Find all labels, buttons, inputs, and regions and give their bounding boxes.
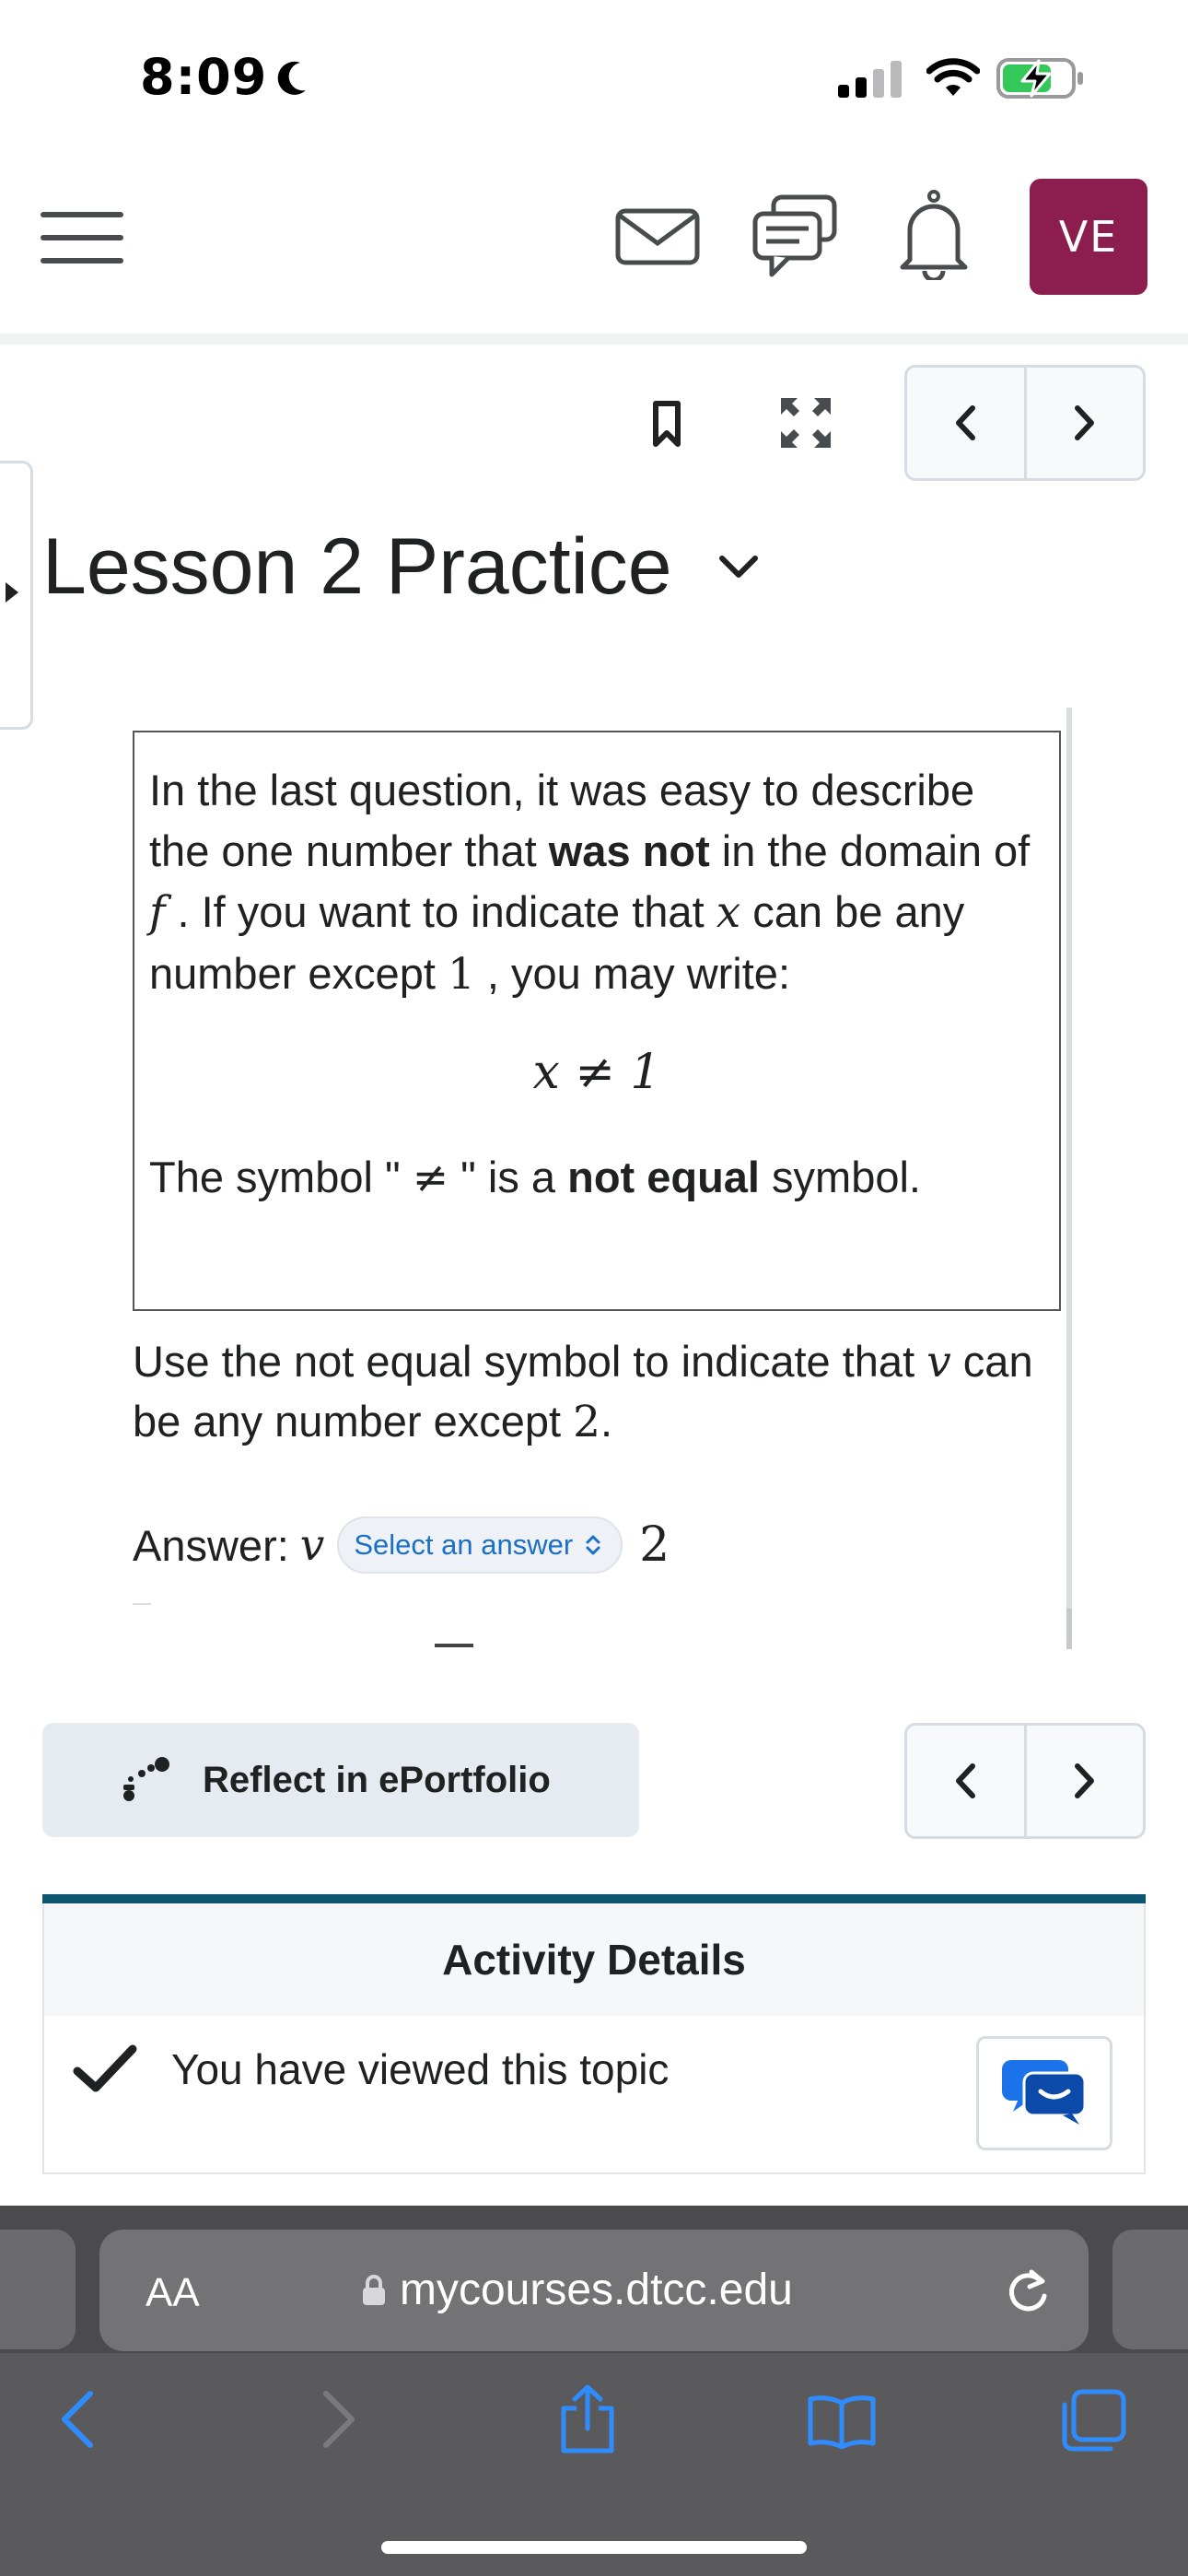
answer-label: Answer: (133, 1520, 289, 1570)
chat-bubbles-icon[interactable] (751, 193, 840, 282)
next-topic-button[interactable] (1023, 1726, 1144, 1836)
reflect-eportfolio-button[interactable]: Reflect in ePortfolio (42, 1723, 639, 1837)
chevron-down-icon[interactable] (718, 555, 759, 580)
play-arrow-icon[interactable] (4, 580, 20, 604)
bookmarks-icon[interactable] (807, 2394, 877, 2449)
info-text: . If you want to indicate that (165, 887, 716, 936)
text-size-button[interactable]: AA (146, 2270, 200, 2316)
symbol-explanation: The symbol " ≠ " is a not equal symbol. (149, 1147, 1044, 1209)
lesson-title-text: Lesson 2 Practice (42, 522, 672, 611)
viewed-status-text: You have viewed this topic (171, 2045, 670, 2093)
select-updown-icon (586, 1535, 600, 1555)
question-prompt: Use the not equal symbol to indicate tha… (133, 1332, 1063, 1452)
lock-icon (363, 2274, 385, 2305)
answer-row: Answer: v Select an answer 2 (133, 1516, 670, 1574)
activity-details-heading-text: Activity Details (442, 1936, 746, 1984)
info-text: symbol. (760, 1153, 921, 1201)
activity-details-accent-bar (42, 1894, 1146, 1903)
checkmark-icon (73, 2044, 137, 2092)
share-icon[interactable] (558, 2384, 617, 2454)
topnav-divider (0, 334, 1188, 345)
chat-support-button[interactable] (976, 2036, 1112, 2150)
info-bold-text: was not (548, 826, 710, 875)
home-indicator[interactable] (381, 2541, 807, 2554)
info-text: in the domain of (709, 826, 1031, 875)
info-box: In the last question, it was easy to des… (133, 731, 1061, 1311)
info-bold-text: not equal (567, 1153, 760, 1201)
answer-value: 2 (639, 1517, 670, 1573)
reload-icon[interactable] (1006, 2268, 1050, 2314)
battery-charging-icon (996, 58, 1083, 99)
info-paragraph: In the last question, it was easy to des… (149, 760, 1044, 1005)
cut-off-glyph (435, 1644, 473, 1647)
scrollbar-thumb[interactable] (1066, 1609, 1072, 1649)
question-text: . (600, 1397, 613, 1446)
topic-pager-top (904, 365, 1146, 481)
avatar-initials: VE (1058, 212, 1119, 262)
bookmark-icon[interactable] (652, 400, 681, 450)
hamburger-menu-icon[interactable] (41, 210, 123, 265)
url-text: mycourses.dtcc.edu (400, 2266, 793, 2314)
fade-divider (133, 1603, 151, 1605)
info-text: " is a (448, 1153, 568, 1201)
forward-icon[interactable] (320, 2390, 357, 2449)
activity-details-heading[interactable]: Activity Details (44, 1903, 1144, 2016)
question-text: Use the not equal symbol to indicate tha… (133, 1337, 927, 1386)
activity-details-panel: Activity Details You have viewed this to… (42, 1903, 1146, 2174)
lesson-title[interactable]: Lesson 2 Practice (42, 521, 759, 613)
math-number: 2 (573, 1397, 601, 1447)
previous-tab-peek[interactable] (0, 2230, 76, 2349)
chat-support-icon (1002, 2060, 1087, 2125)
next-tab-peek[interactable] (1112, 2230, 1188, 2349)
clock-label: 8:09 (140, 48, 268, 106)
math-number: 1 (447, 949, 475, 1000)
reflect-button-label: Reflect in ePortfolio (203, 1759, 551, 1800)
content-scrollbar[interactable] (1066, 708, 1072, 1649)
chevron-left-icon (956, 1763, 976, 1798)
wifi-icon (926, 58, 980, 96)
bell-icon[interactable] (897, 188, 971, 280)
math-variable-v: v (926, 1337, 951, 1388)
math-variable-f: f (149, 887, 166, 938)
eportfolio-icon (123, 1757, 169, 1801)
chevron-right-icon (1074, 405, 1094, 440)
math-variable-x: x (716, 887, 741, 938)
next-topic-button[interactable] (1023, 368, 1144, 478)
status-time: 8:09 (140, 48, 309, 106)
not-equal-equation: x ≠ 1 (532, 1045, 661, 1100)
chevron-left-icon (956, 405, 976, 440)
mail-icon[interactable] (615, 208, 700, 265)
fullscreen-icon[interactable] (779, 396, 833, 450)
cellular-signal-icon (838, 61, 902, 98)
chevron-right-icon (1074, 1763, 1094, 1798)
not-equal-glyph: ≠ (412, 1153, 449, 1203)
previous-topic-button[interactable] (907, 1726, 1024, 1836)
answer-variable: v (299, 1519, 325, 1571)
topic-pager-bottom (904, 1723, 1146, 1839)
user-avatar[interactable]: VE (1030, 179, 1147, 295)
previous-topic-button[interactable] (907, 368, 1024, 478)
tabs-icon[interactable] (1059, 2388, 1127, 2453)
back-icon[interactable] (59, 2390, 96, 2449)
info-text: The symbol " (149, 1153, 413, 1201)
moon-icon (278, 61, 307, 95)
info-text: , you may write: (474, 949, 791, 998)
viewed-status: You have viewed this topic (72, 2043, 669, 2095)
text-size-label: AA (146, 2270, 200, 2315)
url-display[interactable]: mycourses.dtcc.edu (361, 2265, 793, 2315)
answer-select-label: Select an answer (354, 1528, 574, 1561)
answer-select[interactable]: Select an answer (337, 1516, 623, 1574)
